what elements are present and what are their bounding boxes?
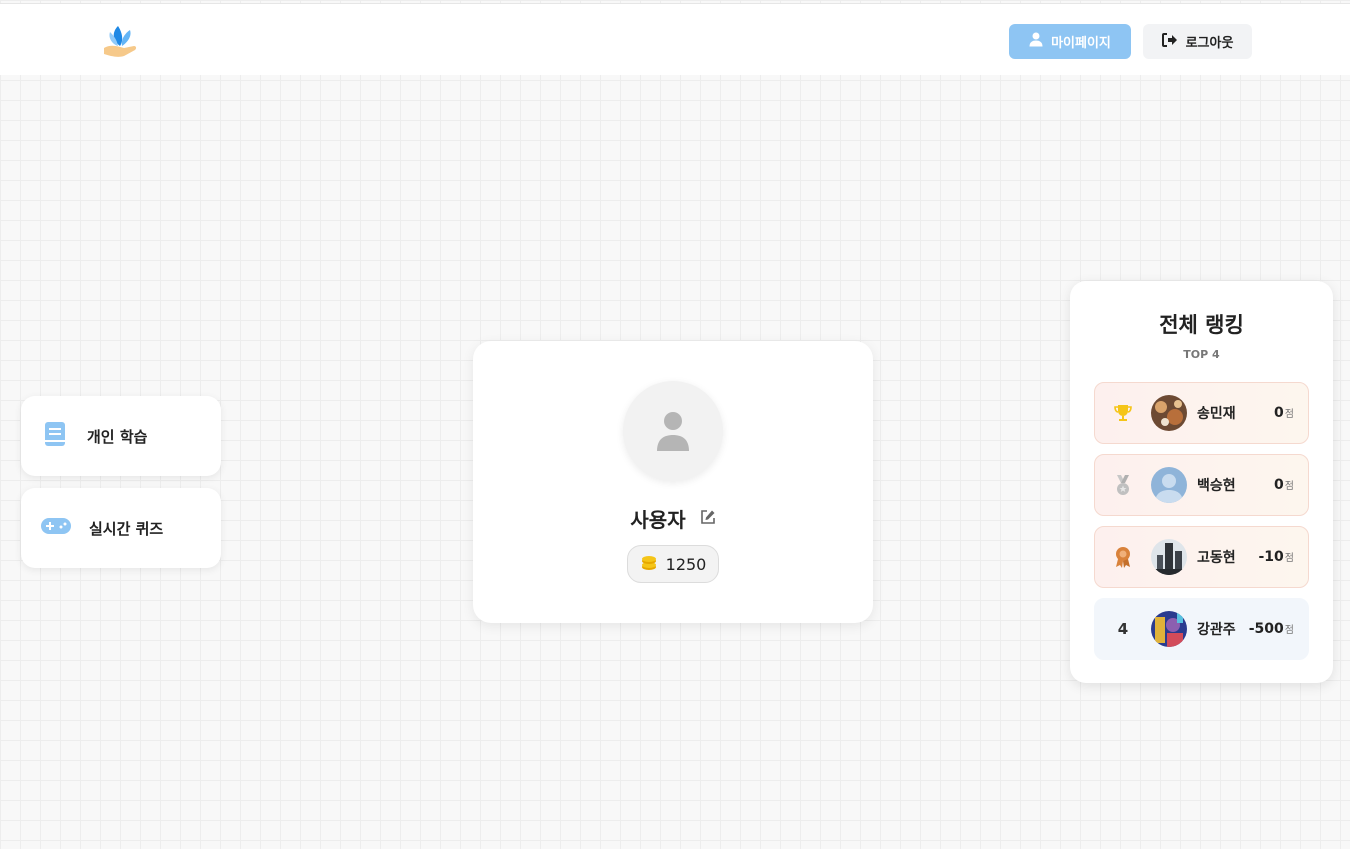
coin-balance: 1250 — [627, 545, 719, 583]
logout-label: 로그아웃 — [1185, 36, 1234, 51]
score-unit: 점 — [1284, 481, 1294, 492]
gamepad-icon — [41, 516, 71, 540]
ranking-row[interactable]: 고동현 -10 점 — [1094, 526, 1309, 588]
live-quiz-label: 실시간 퀴즈 — [89, 519, 164, 538]
top-navbar: 마이페이지 로그아웃 — [0, 3, 1350, 75]
mypage-button[interactable]: 마이페이지 — [1009, 24, 1131, 59]
silver-medal-icon — [1095, 474, 1151, 496]
ranking-subtitle: TOP 4 — [1183, 348, 1220, 361]
avatar — [1151, 611, 1187, 647]
ranking-name: 송민재 — [1197, 406, 1236, 422]
score-value: -10 — [1258, 549, 1284, 565]
score-unit: 점 — [1284, 409, 1294, 420]
user-icon — [1029, 32, 1043, 51]
coin-amount: 1250 — [665, 554, 707, 574]
avatar — [1151, 395, 1187, 431]
score-value: 0 — [1274, 477, 1284, 493]
ranking-name: 고동현 — [1197, 550, 1236, 566]
ranking-card: 전체 랭킹 TOP 4 송민재 0 점 백승현 0 점 고동현 -10 점 4 … — [1070, 281, 1333, 683]
logout-icon — [1161, 32, 1178, 51]
coins-icon — [640, 553, 658, 575]
trophy-icon — [1095, 403, 1151, 423]
ranking-score: -500 점 — [1249, 621, 1294, 637]
ranking-row[interactable]: 4 강관주 -500 점 — [1094, 598, 1309, 660]
ranking-score: 0 점 — [1274, 405, 1294, 421]
live-quiz-button[interactable]: 실시간 퀴즈 — [21, 488, 221, 568]
ranking-row[interactable]: 송민재 0 점 — [1094, 382, 1309, 444]
ranking-name: 강관주 — [1197, 622, 1236, 638]
profile-name: 사용자 — [630, 508, 686, 532]
profile-name-row: 사용자 — [473, 504, 873, 533]
avatar — [1151, 539, 1187, 575]
rank-number: 4 — [1117, 620, 1129, 638]
score-value: -500 — [1248, 621, 1284, 637]
profile-card: 사용자 1250 — [473, 341, 873, 623]
bronze-award-icon — [1095, 546, 1151, 568]
ranking-title: 전체 랭킹 — [1159, 313, 1244, 337]
mypage-label: 마이페이지 — [1051, 36, 1111, 51]
ranking-score: -10 점 — [1259, 549, 1295, 565]
score-unit: 점 — [1284, 625, 1294, 636]
leaf-hand-logo-icon[interactable] — [100, 24, 140, 60]
ranking-name: 백승현 — [1197, 478, 1236, 494]
logout-button[interactable]: 로그아웃 — [1143, 24, 1252, 59]
ranking-score: 0 점 — [1274, 477, 1294, 493]
edit-icon[interactable] — [700, 509, 716, 529]
personal-study-label: 개인 학습 — [87, 427, 148, 446]
score-value: 0 — [1274, 405, 1284, 421]
personal-study-button[interactable]: 개인 학습 — [21, 396, 221, 476]
ranking-row[interactable]: 백승현 0 점 — [1094, 454, 1309, 516]
book-icon — [41, 420, 69, 452]
avatar[interactable] — [623, 381, 723, 481]
avatar — [1151, 467, 1187, 503]
score-unit: 점 — [1284, 553, 1294, 564]
